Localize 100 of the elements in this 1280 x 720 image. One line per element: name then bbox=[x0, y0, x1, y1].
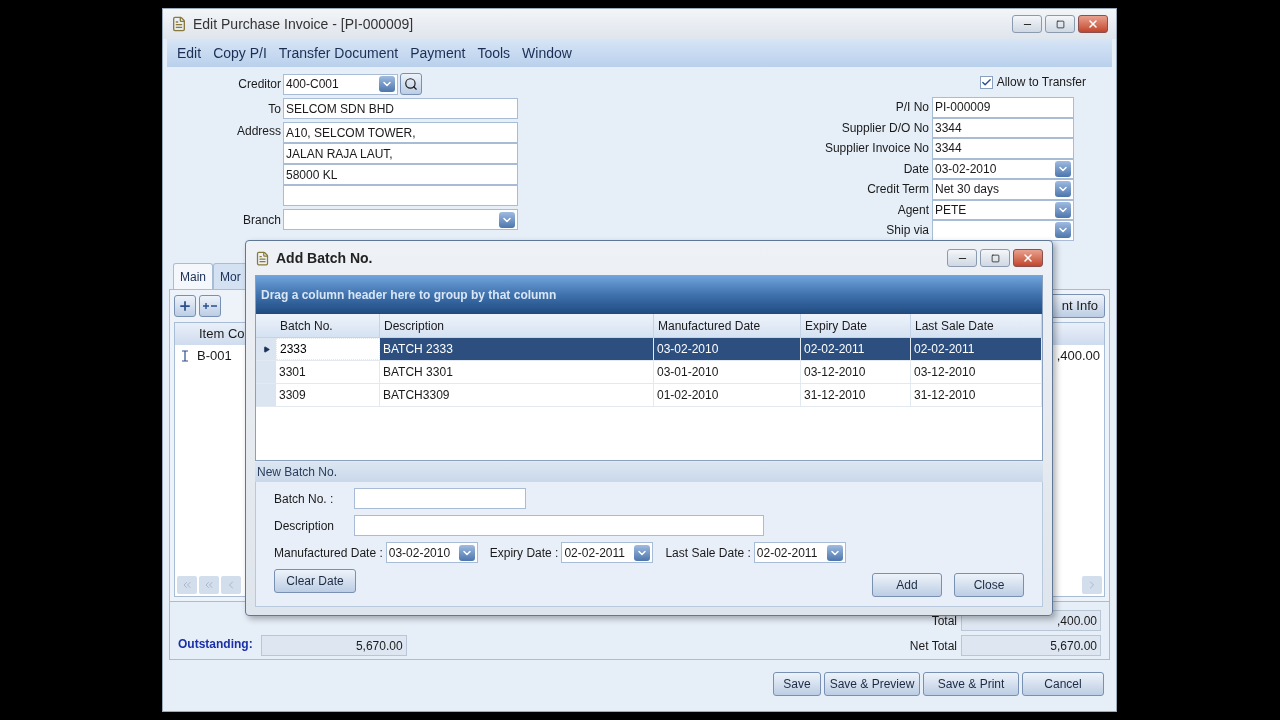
menu-item[interactable]: Window bbox=[518, 42, 576, 64]
dropdown-button[interactable] bbox=[1055, 201, 1071, 218]
column-header[interactable]: Item Co bbox=[195, 323, 249, 345]
dropdown-button[interactable] bbox=[1055, 160, 1071, 177]
maximize-button[interactable] bbox=[980, 249, 1010, 267]
close-button[interactable] bbox=[1013, 249, 1043, 267]
dropdown-field[interactable]: 03-02-2010 bbox=[932, 158, 1074, 179]
dropdown-button[interactable] bbox=[458, 544, 475, 561]
dropdown-field[interactable] bbox=[932, 220, 1074, 241]
menu-item[interactable]: Edit bbox=[173, 42, 206, 64]
column-header[interactable]: Manufactured Date bbox=[654, 314, 801, 337]
add-button[interactable]: Add bbox=[872, 573, 942, 597]
table-cell-text: B-001 bbox=[196, 347, 233, 366]
menu-item[interactable]: Tools bbox=[473, 42, 515, 64]
document-icon bbox=[171, 16, 187, 32]
action-button[interactable]: Save bbox=[773, 672, 821, 696]
table-cell: BATCH3309 bbox=[380, 384, 654, 406]
double-chevron-left-icon bbox=[203, 579, 215, 591]
column-header[interactable]: Batch No. bbox=[276, 314, 380, 337]
field-label: P/I No bbox=[894, 99, 929, 117]
minimize-button[interactable] bbox=[1012, 15, 1042, 33]
menu-item[interactable]: Transfer Document bbox=[274, 42, 403, 64]
document-icon bbox=[255, 250, 270, 266]
dropdown-button[interactable] bbox=[1055, 222, 1071, 239]
field-label: Address bbox=[235, 123, 281, 140]
add-row-button[interactable] bbox=[174, 295, 196, 317]
minimize-button[interactable] bbox=[947, 249, 977, 267]
field-label: Last Sale Date : bbox=[665, 544, 751, 562]
table-cell: 03-02-2010 bbox=[654, 338, 801, 360]
text-field[interactable]: 3344 bbox=[932, 117, 1074, 138]
field-label: Description bbox=[274, 517, 336, 535]
maximize-icon bbox=[1055, 19, 1065, 29]
plus-icon bbox=[178, 299, 192, 313]
date-field[interactable]: 02-02-2011 bbox=[561, 542, 654, 563]
field-label: Credit Term bbox=[866, 181, 929, 199]
batch-row[interactable]: 2333 BATCH 2333 03-02-2010 02-02-2011 02-02-2011 bbox=[256, 338, 1042, 361]
group-hint: Drag a column header here to group by that column bbox=[261, 287, 557, 304]
close-dialog-button[interactable]: Close bbox=[954, 573, 1024, 597]
date-field[interactable]: 03-02-2010 bbox=[385, 542, 478, 563]
field-label: Supplier Invoice No bbox=[823, 140, 929, 158]
checkbox[interactable] bbox=[979, 75, 993, 89]
table-cell-text: ,400.00 bbox=[1056, 347, 1101, 366]
date-field[interactable]: 02-02-2011 bbox=[753, 542, 846, 563]
address-line-field[interactable]: A10, SELCOM TOWER, bbox=[283, 122, 518, 143]
description-field[interactable] bbox=[354, 515, 764, 536]
column-header[interactable]: Expiry Date bbox=[801, 314, 911, 337]
table-cell: BATCH 2333 bbox=[380, 338, 654, 360]
total-label: Net Total bbox=[908, 637, 957, 655]
table-cell: 02-02-2011 bbox=[911, 338, 1042, 360]
action-button[interactable]: Save & Print bbox=[923, 672, 1019, 696]
field-label: To bbox=[267, 100, 281, 118]
field-label: Ship via bbox=[885, 222, 929, 240]
dropdown-button[interactable] bbox=[634, 544, 651, 561]
text-field[interactable]: PI-000009 bbox=[932, 97, 1074, 118]
row-indicator-icon bbox=[262, 345, 270, 353]
table-cell: 03-12-2010 bbox=[911, 361, 1042, 383]
dropdown-button[interactable] bbox=[379, 76, 395, 92]
column-header[interactable]: Last Sale Date bbox=[911, 314, 1042, 337]
search-icon bbox=[404, 77, 418, 91]
insert-row-button[interactable] bbox=[199, 295, 221, 317]
maximize-button[interactable] bbox=[1045, 15, 1075, 33]
clear-date-button[interactable]: Clear Date bbox=[274, 569, 356, 593]
table-cell: 03-01-2010 bbox=[654, 361, 801, 383]
field-label: Agent bbox=[896, 201, 929, 219]
search-button[interactable] bbox=[400, 73, 422, 95]
dropdown-field[interactable]: Net 30 days bbox=[932, 179, 1074, 200]
batch-row[interactable]: 3309 BATCH3309 01-02-2010 31-12-2010 31-12-2010 bbox=[256, 384, 1042, 407]
dropdown-field[interactable]: PETE bbox=[932, 199, 1074, 220]
address-line-field[interactable]: 58000 KL bbox=[283, 164, 518, 185]
menu-item[interactable]: Copy P/I bbox=[209, 42, 271, 64]
table-cell: 02-02-2011 bbox=[801, 338, 911, 360]
creditor-field[interactable]: 400-C001 bbox=[283, 73, 398, 95]
dialog-title: Add Batch No. bbox=[276, 248, 373, 268]
field-label: Manufactured Date : bbox=[274, 544, 383, 562]
table-cell: 03-12-2010 bbox=[801, 361, 911, 383]
branch-field[interactable] bbox=[283, 209, 518, 230]
text-cursor-icon bbox=[181, 350, 189, 362]
total-label: Total bbox=[930, 612, 957, 630]
batch-no-field[interactable] bbox=[354, 488, 526, 509]
tab[interactable]: Mor bbox=[213, 263, 248, 289]
action-button[interactable]: Cancel bbox=[1022, 672, 1104, 696]
batch-row[interactable]: 3301 BATCH 3301 03-01-2010 03-12-2010 03-12-2010 bbox=[256, 361, 1042, 384]
close-button[interactable] bbox=[1078, 15, 1108, 33]
dropdown-button[interactable] bbox=[1055, 181, 1071, 198]
field-label: Branch bbox=[241, 211, 281, 229]
outstanding-label: Outstanding: bbox=[178, 636, 253, 653]
tab[interactable]: Main bbox=[173, 263, 213, 289]
field-label: Batch No. : bbox=[274, 490, 335, 508]
menu-item[interactable]: Payment bbox=[406, 42, 470, 64]
total-value: 5,670.00 bbox=[961, 635, 1101, 656]
dropdown-button[interactable] bbox=[499, 211, 515, 228]
dropdown-button[interactable] bbox=[826, 544, 843, 561]
address-line-field[interactable]: JALAN RAJA LAUT, bbox=[283, 143, 518, 164]
text-field[interactable]: 3344 bbox=[932, 138, 1074, 159]
column-header[interactable]: Description bbox=[380, 314, 654, 337]
to-field[interactable]: SELCOM SDN BHD bbox=[283, 98, 518, 119]
address-line-field[interactable] bbox=[283, 185, 518, 206]
action-button[interactable]: Save & Preview bbox=[824, 672, 920, 696]
plus-minus-icon bbox=[203, 302, 217, 310]
table-cell: 2333 bbox=[276, 338, 380, 360]
